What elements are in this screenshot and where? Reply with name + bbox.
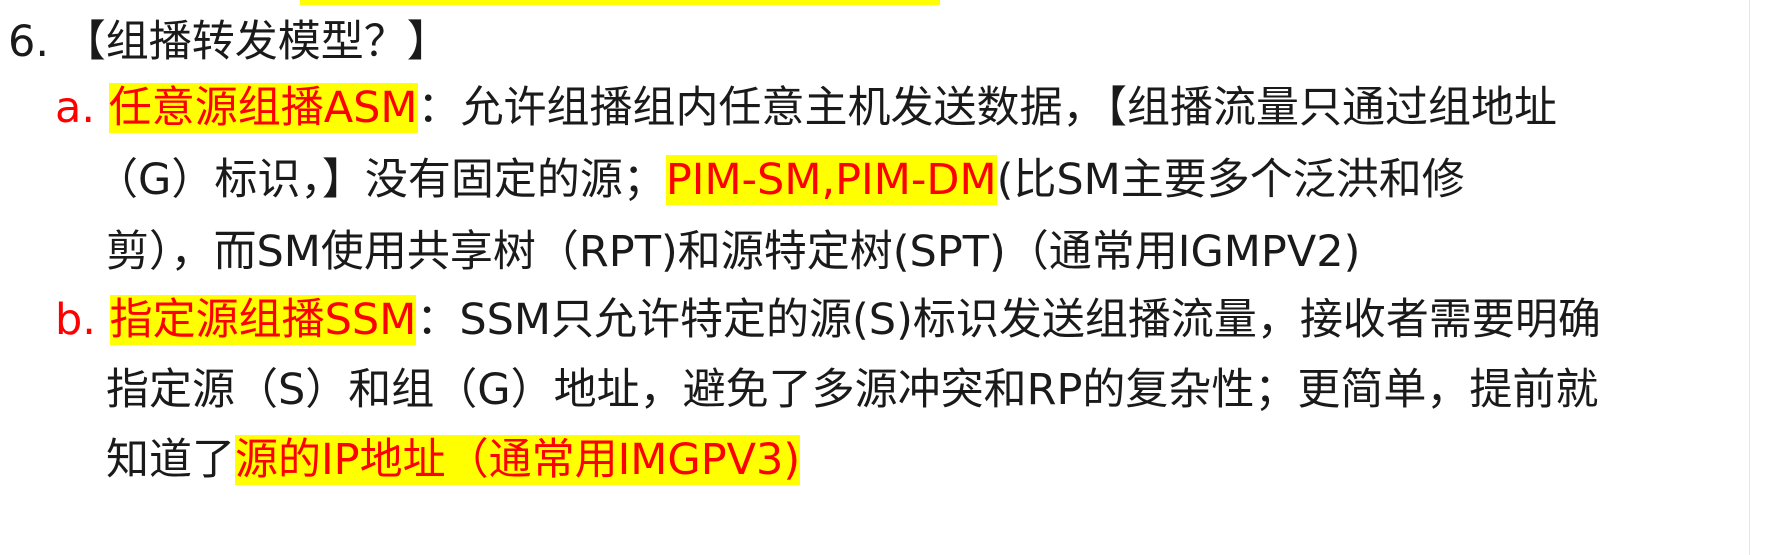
list-item-a-line-1: a. 任意源组播ASM：允许组播组内任意主机发送数据，【组播流量只通过组地址: [55, 80, 1557, 136]
source-ip-highlight: 源的IP地址（通常用IMGPV3): [235, 435, 801, 485]
list-item-a-line-2: （G）标识，】没有固定的源；PIM-SM,PIM-DM(比SM主要多个泛洪和修: [95, 152, 1465, 208]
item-b-text-3: 知道了: [106, 435, 235, 485]
list-marker-a: a.: [55, 83, 96, 133]
list-marker-b: b.: [55, 295, 96, 345]
page-right-margin: [1749, 0, 1780, 555]
item-a-text-3: (比SM主要多个泛洪和修: [996, 155, 1465, 205]
list-item-a-line-3: 剪），而SM使用共享树（RPT)和源特定树(SPT)（通常用IGMPV2): [106, 224, 1360, 280]
protocol-highlight: PIM-SM,PIM-DM: [665, 155, 997, 205]
heading-text: 【组播转发模型？】: [62, 17, 450, 67]
list-item-b-line-1: b. 指定源组播SSM：SSM只允许特定的源(S)标识发送组播流量，接收者需要明…: [55, 292, 1601, 348]
list-item-b-line-2: 指定源（S）和组（G）地址，避免了多源冲突和RP的复杂性；更简单，提前就: [106, 362, 1598, 418]
heading-number: 6.: [8, 17, 50, 67]
item-a-text-2: （G）标识，】没有固定的源；: [95, 155, 666, 205]
item-b-text-2: 指定源（S）和组（G）地址，避免了多源冲突和RP的复杂性；更简单，提前就: [106, 365, 1599, 415]
term-ssm: 指定源组播SSM: [109, 295, 417, 345]
list-item-b-line-3: 知道了源的IP地址（通常用IMGPV3): [106, 432, 801, 488]
top-highlight-fragment: [300, 0, 940, 5]
section-heading: 6. 【组播转发模型？】: [8, 14, 450, 70]
item-b-text-1: ：SSM只允许特定的源(S)标识发送组播流量，接收者需要明确: [416, 295, 1601, 345]
item-a-text-1: ：允许组播组内任意主机发送数据，【组播流量只通过组地址: [417, 83, 1558, 133]
term-asm: 任意源组播ASM: [108, 83, 418, 133]
item-a-text-4: 剪），而SM使用共享树（RPT)和源特定树(SPT)（通常用IGMPV2): [106, 227, 1361, 277]
